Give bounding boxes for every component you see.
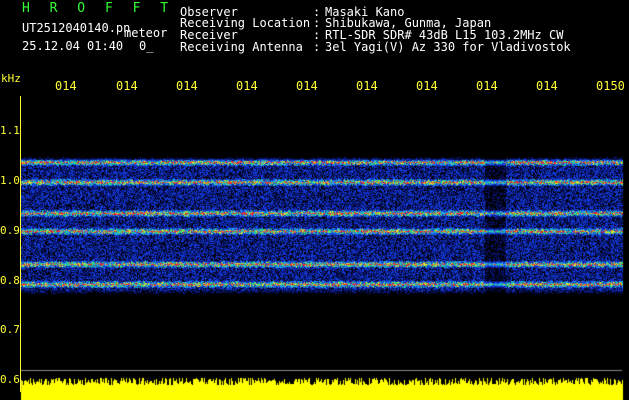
freq-axis-line (20, 96, 21, 392)
counter-label: 0_ (139, 39, 154, 53)
brand-title: H R O F F T (22, 1, 175, 16)
freq-tick: 0.8 (0, 274, 20, 287)
freq-tick: 0.6 (0, 373, 20, 386)
time-tick: 014 (55, 79, 77, 93)
time-tick: 0150 (596, 79, 625, 93)
antenna-value: 3el Yagi(V) Az 330 for Vladivostok (325, 40, 571, 54)
time-tick: 014 (296, 79, 318, 93)
freq-tick: 0.9 (0, 224, 20, 237)
time-tick: 014 (356, 79, 378, 93)
freq-tick: 1.1 (0, 124, 20, 137)
mode-label: meteor (124, 26, 168, 40)
time-tick: 014 (536, 79, 558, 93)
time-tick: 014 (416, 79, 438, 93)
date-time-label: 25.12.04 01:40 (22, 39, 124, 53)
time-tick: 014 (176, 79, 198, 93)
spectrogram-canvas (0, 0, 629, 400)
antenna-label: Receiving Antenna (180, 40, 303, 54)
time-tick: 014 (236, 79, 258, 93)
time-tick: 014 (116, 79, 138, 93)
time-tick: 014 (476, 79, 498, 93)
filename-label: UT2512040140.pn (22, 21, 131, 35)
freq-unit-label: kHz (1, 72, 21, 85)
meta-colon: : (313, 40, 321, 54)
freq-tick: 1.0 (0, 174, 20, 187)
freq-tick: 0.7 (0, 323, 20, 336)
hrofft-window: H R O F F T UT2512040140.pn meteor 25.12… (0, 0, 629, 400)
